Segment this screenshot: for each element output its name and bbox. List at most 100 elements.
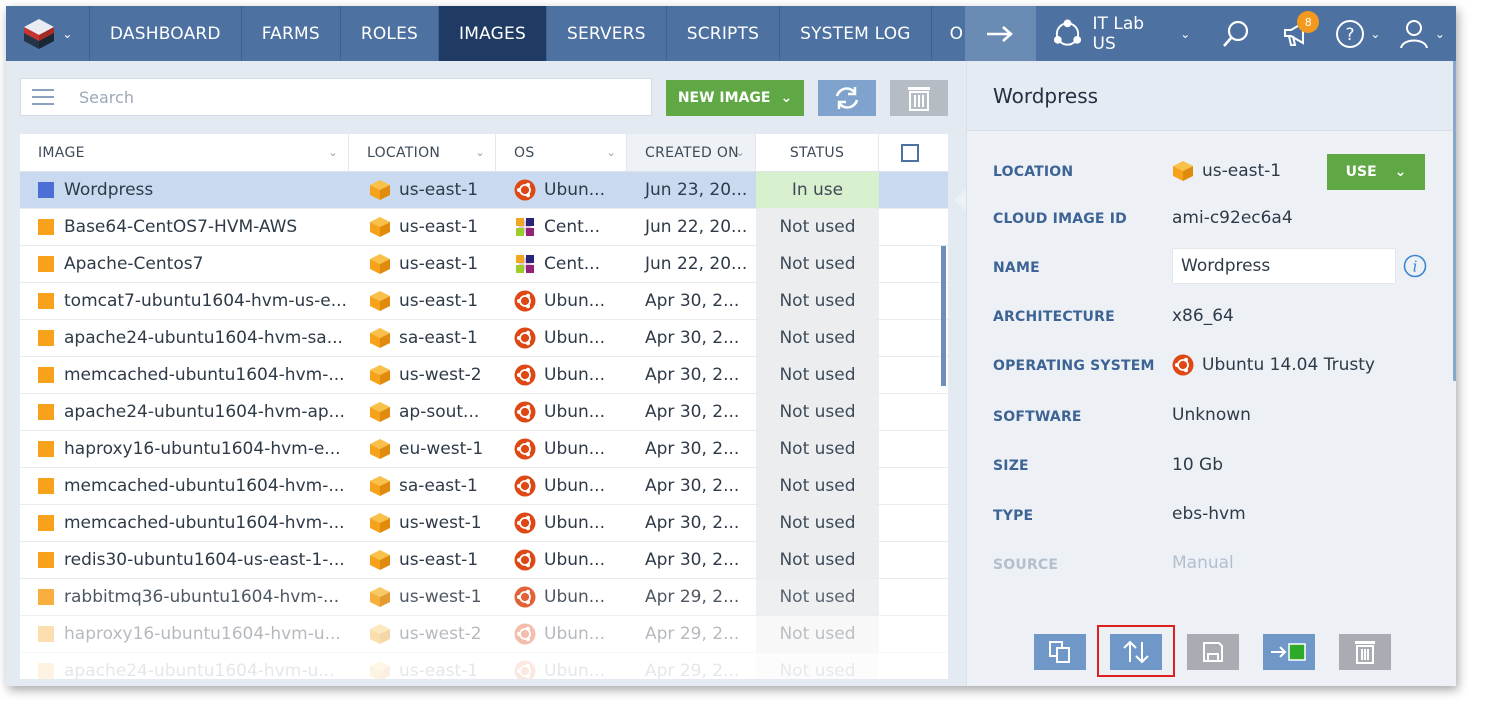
logo-menu[interactable]: ⌄ <box>6 6 90 61</box>
row-select-cell[interactable] <box>879 283 941 319</box>
user-menu[interactable]: ⌄ <box>1388 6 1456 61</box>
select-all-checkbox[interactable] <box>879 134 941 171</box>
row-select-cell[interactable] <box>879 209 941 245</box>
row-select-cell[interactable] <box>879 357 941 393</box>
os-text: Ubun... <box>544 624 605 644</box>
created-on-cell: Apr 30, 2... <box>645 550 740 570</box>
column-header-status[interactable]: STATUS <box>756 134 879 171</box>
location-text: sa-east-1 <box>399 476 478 496</box>
nav-roles[interactable]: ROLES <box>341 6 440 61</box>
status-cell: Not used <box>756 542 879 578</box>
notifications-button[interactable]: 8 <box>1267 6 1327 61</box>
os-cell: Ubun... <box>496 542 627 578</box>
row-select-cell[interactable] <box>879 542 941 578</box>
image-cell: Apache-Centos7 <box>20 246 349 282</box>
type-label: TYPE <box>993 508 1034 524</box>
menu-icon[interactable] <box>21 89 65 105</box>
new-image-button[interactable]: NEW IMAGE ⌄ <box>666 80 804 116</box>
image-name: tomcat7-ubuntu1604-hvm-us-e... <box>64 291 347 311</box>
nav-scripts[interactable]: SCRIPTS <box>667 6 781 61</box>
row-select-cell[interactable] <box>879 653 941 679</box>
save-button[interactable] <box>1187 634 1239 670</box>
nav-expand-button[interactable] <box>965 6 1036 61</box>
created-on-cell: Apr 30, 2... <box>645 513 740 533</box>
search-button[interactable] <box>1206 6 1266 61</box>
nav-servers[interactable]: SERVERS <box>547 6 667 61</box>
location-text: us-east-1 <box>399 254 479 274</box>
move-to-button[interactable] <box>1263 634 1315 670</box>
row-select-cell[interactable] <box>879 394 941 430</box>
table-row[interactable]: apache24-ubuntu1604-hvm-u... us-east-1 Ubu… <box>20 653 948 679</box>
image-name: apache24-ubuntu1604-hvm-u... <box>64 661 335 679</box>
logo-icon <box>24 18 55 49</box>
row-select-cell[interactable] <box>879 468 941 504</box>
image-color-marker <box>38 589 54 605</box>
table-row[interactable]: rabbitmq36-ubuntu1604-hvm-... us-west-1 Ub… <box>20 579 948 616</box>
table-row[interactable]: Wordpress us-east-1 Ubun... Jun 23, 20... In… <box>20 172 948 209</box>
ubuntu-icon <box>514 512 536 534</box>
table-row[interactable]: memcached-ubuntu1604-hvm-... us-west-2 Ubu… <box>20 357 948 394</box>
chevron-down-icon: ⌄ <box>1434 26 1445 41</box>
table-row[interactable]: Base64-CentOS7-HVM-AWS us-east-1 Cent... Ju… <box>20 209 948 246</box>
image-name: Base64-CentOS7-HVM-AWS <box>64 217 298 237</box>
table-row[interactable]: apache24-ubuntu1604-hvm-ap... ap-sout... U… <box>20 394 948 431</box>
software-label: SOFTWARE <box>993 409 1082 425</box>
nav-images[interactable]: IMAGES <box>439 6 547 61</box>
nav-system-log[interactable]: SYSTEM LOG <box>780 6 932 61</box>
copy-button[interactable] <box>1034 634 1086 670</box>
table-row[interactable]: tomcat7-ubuntu1604-hvm-us-e... us-east-1 U… <box>20 283 948 320</box>
os-text: Ubun... <box>544 587 605 607</box>
table-row[interactable]: memcached-ubuntu1604-hvm-... us-west-1 Ubu… <box>20 505 948 542</box>
image-color-marker <box>38 478 54 494</box>
delete-button[interactable] <box>890 80 948 116</box>
images-grid: IMAGE ⌄ LOCATION ⌄ OS ⌄ CREATED ON ⌄ STATUS … <box>20 134 948 679</box>
image-color-marker <box>38 626 54 642</box>
table-row[interactable]: haproxy16-ubuntu1604-hvm-e... eu-west-1 Ub… <box>20 431 948 468</box>
info-icon[interactable]: i <box>1403 254 1427 278</box>
chevron-down-icon: ⌄ <box>780 90 793 106</box>
nav-overflow[interactable]: O <box>932 6 966 61</box>
refresh-button[interactable] <box>818 80 876 116</box>
column-header-created-on[interactable]: CREATED ON ⌄ <box>627 134 756 171</box>
image-cell: rabbitmq36-ubuntu1604-hvm-... <box>20 579 349 615</box>
column-header-os[interactable]: OS ⌄ <box>496 134 627 171</box>
nav-dashboard[interactable]: DASHBOARD <box>90 6 242 61</box>
chevron-down-icon: ⌄ <box>62 26 73 41</box>
row-select-cell[interactable] <box>879 320 941 356</box>
image-color-marker <box>38 182 54 198</box>
image-name: apache24-ubuntu1604-hvm-sa... <box>64 328 343 348</box>
name-input[interactable]: Wordpress <box>1172 248 1396 284</box>
column-header-image[interactable]: IMAGE ⌄ <box>20 134 349 171</box>
row-select-cell[interactable] <box>879 246 941 282</box>
aws-cube-icon <box>370 402 390 422</box>
column-header-location[interactable]: LOCATION ⌄ <box>349 134 496 171</box>
nav-farms[interactable]: FARMS <box>242 6 341 61</box>
panel-scrollbar[interactable] <box>1453 61 1456 381</box>
search-input[interactable]: Search <box>20 78 652 116</box>
name-label: NAME <box>993 260 1040 276</box>
image-name: apache24-ubuntu1604-hvm-ap... <box>64 402 345 422</box>
environment-switcher[interactable]: IT Lab US ⌄ <box>1036 6 1207 61</box>
grid-scrollbar[interactable] <box>941 246 946 386</box>
chevron-down-icon: ⌄ <box>1394 164 1407 180</box>
table-row[interactable]: Apache-Centos7 us-east-1 Cent... Jun 22, 20… <box>20 246 948 283</box>
image-cell: apache24-ubuntu1604-hvm-sa... <box>20 320 349 356</box>
row-select-cell[interactable] <box>879 579 941 615</box>
location-cell: us-east-1 <box>349 172 496 208</box>
table-row[interactable]: apache24-ubuntu1604-hvm-sa... sa-east-1 Ub… <box>20 320 948 357</box>
delete-image-button[interactable] <box>1339 634 1391 670</box>
table-row[interactable]: memcached-ubuntu1604-hvm-... sa-east-1 Ubu… <box>20 468 948 505</box>
row-select-cell[interactable] <box>879 505 941 541</box>
help-menu[interactable]: ? ⌄ <box>1327 6 1387 61</box>
centos-icon <box>515 217 535 237</box>
centos-icon <box>515 254 535 274</box>
row-select-cell[interactable] <box>879 616 941 652</box>
table-row[interactable]: haproxy16-ubuntu1604-hvm-u... us-west-2 Ub… <box>20 616 948 653</box>
table-row[interactable]: redis30-ubuntu1604-us-east-1-... us-east-… <box>20 542 948 579</box>
chevron-down-icon: ⌄ <box>1370 26 1381 41</box>
row-select-cell[interactable] <box>879 431 941 467</box>
trash-icon <box>908 87 930 111</box>
use-button[interactable]: USE ⌄ <box>1327 154 1425 190</box>
image-name: haproxy16-ubuntu1604-hvm-e... <box>64 439 341 459</box>
row-select-cell[interactable] <box>879 172 941 208</box>
